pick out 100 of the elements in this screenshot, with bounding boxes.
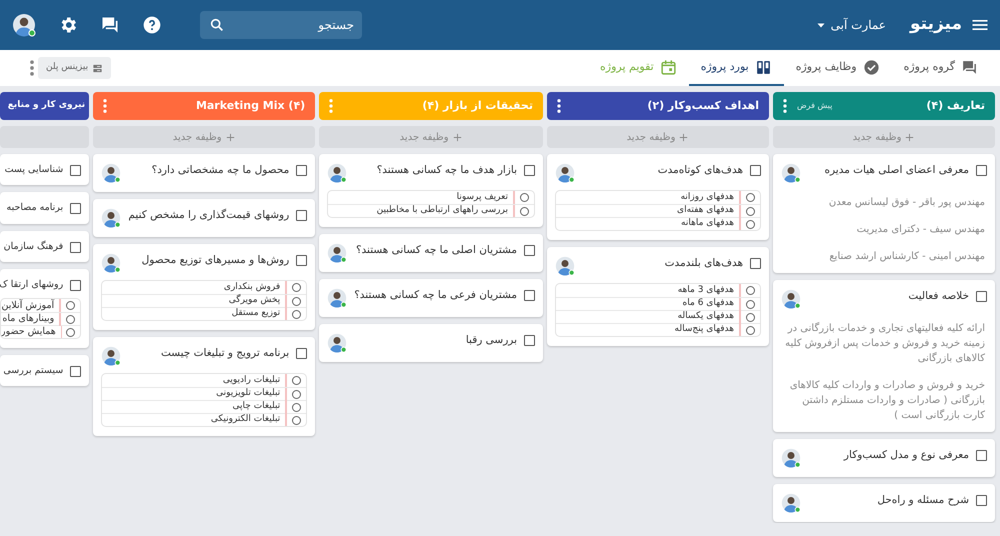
checkbox[interactable] bbox=[524, 165, 535, 176]
checkbox[interactable] bbox=[976, 495, 987, 506]
task-card[interactable]: هدف‌های بلندمدت هدفهای 3 ماهه هدفهای 6 ماه هدفهای یکساله هدفهای پنج‌ساله bbox=[547, 247, 769, 346]
task-title: بررسی رقبا bbox=[464, 333, 517, 348]
column-title: نیروی کار و منابع bbox=[6, 99, 86, 112]
radio-button[interactable] bbox=[66, 328, 76, 337]
task-card[interactable]: مشتریان فرعی ما چه کسانی هستند؟ bbox=[319, 279, 543, 317]
task-title: هدف‌های بلندمدت bbox=[664, 256, 743, 271]
checkbox[interactable] bbox=[524, 290, 535, 301]
checkbox[interactable] bbox=[296, 255, 308, 266]
task-title: شرح مسئله و راه‌حل bbox=[876, 493, 969, 508]
avatar-icon bbox=[327, 243, 348, 263]
radio-button[interactable] bbox=[292, 310, 302, 318]
task-card[interactable]: معرفی اعضای اصلی هیات مدیره مهندس پور باقر - فوق لیسانس معدن مهندس سیف - دکترای مدیریت مهندس امینی - کارشناس ارشد صنایع bbox=[773, 154, 995, 273]
checkbox[interactable] bbox=[976, 291, 987, 302]
avatar-icon bbox=[101, 346, 122, 366]
checkbox[interactable] bbox=[70, 203, 82, 214]
task-note: مهندس پور باقر - فوق لیسانس معدن bbox=[828, 196, 985, 210]
task-title: مشتریان اصلی ما چه کسانی هستند؟ bbox=[354, 243, 517, 258]
radio-button[interactable] bbox=[292, 283, 302, 292]
task-card[interactable]: سیستم بررسی bbox=[0, 355, 90, 386]
checklist-item: وبینارهای ماه bbox=[2, 312, 56, 326]
tab[interactable]: وظایف پروژه bbox=[784, 50, 892, 86]
task-card[interactable]: هدف‌های کوتاه‌مدت هدفهای روزانه هدفهای هفته‌ای هدفهای ماهانه bbox=[547, 154, 769, 240]
task-title: هدف‌های کوتاه‌مدت bbox=[656, 163, 743, 178]
radio-button[interactable] bbox=[66, 314, 76, 324]
task-card[interactable]: روش‌ها و مسیرهای توزیع محصول فروش بنکداری پخش مویرگی توزیع مستقل bbox=[93, 244, 316, 330]
radio-button[interactable] bbox=[746, 312, 755, 322]
chat-button[interactable] bbox=[100, 15, 120, 35]
task-title: خلاصه فعالیت bbox=[907, 289, 969, 304]
checkbox[interactable] bbox=[296, 165, 308, 176]
task-card[interactable]: شناسایی پست bbox=[0, 154, 90, 186]
checkbox[interactable] bbox=[70, 242, 82, 253]
checklist-item: پخش مویرگی bbox=[228, 294, 282, 308]
radio-button[interactable] bbox=[292, 390, 302, 398]
task-card[interactable]: محصول ما چه مشخصاتی دارد؟ bbox=[93, 154, 316, 192]
radio-button[interactable] bbox=[746, 286, 755, 295]
checkbox[interactable] bbox=[70, 165, 82, 176]
checkbox[interactable] bbox=[524, 245, 535, 256]
task-card[interactable]: برنامه مصاحبه bbox=[0, 192, 90, 224]
task-card[interactable]: معرفی نوع و مدل کسب‌وکار bbox=[773, 439, 995, 477]
task-card[interactable]: برنامه ترویج و تبلیغات چیست تبلیغات رادیویی تبلیغات تلویزیونی تبلیغات چاپی تبلیغات الکترونیکی bbox=[93, 337, 316, 436]
avatar-icon bbox=[101, 253, 122, 273]
avatar-icon bbox=[327, 163, 348, 183]
default-label: پیش فرض bbox=[797, 100, 832, 112]
task-card[interactable]: بررسی رقبا bbox=[319, 324, 543, 362]
task-title: مشتریان فرعی ما چه کسانی هستند؟ bbox=[354, 288, 517, 303]
search-icon bbox=[209, 17, 225, 33]
task-card[interactable]: فرهنگ سازمان bbox=[0, 230, 90, 262]
radio-button[interactable] bbox=[292, 296, 302, 306]
checkbox[interactable] bbox=[750, 258, 761, 269]
checkbox[interactable] bbox=[750, 165, 761, 176]
radio-button[interactable] bbox=[520, 206, 529, 216]
checkbox[interactable] bbox=[296, 348, 308, 359]
checklist-item: هدفهای هفته‌ای bbox=[677, 204, 735, 218]
more-icon bbox=[329, 99, 334, 113]
radio-button[interactable] bbox=[746, 220, 755, 228]
tab[interactable]: بورد پروژه bbox=[688, 50, 784, 86]
help-button[interactable] bbox=[142, 15, 162, 35]
checklist-item: هدفهای روزانه bbox=[680, 191, 735, 204]
task-title: شناسایی پست bbox=[4, 163, 64, 176]
task-card[interactable]: شرح مسئله و راه‌حل bbox=[773, 484, 995, 522]
plus-icon bbox=[452, 132, 463, 142]
radio-button[interactable] bbox=[746, 206, 755, 216]
checklist-item: فروش بنکداری bbox=[224, 281, 282, 294]
more-icon bbox=[557, 99, 561, 113]
workspace-dropdown[interactable]: عمارت آبی bbox=[814, 16, 886, 34]
column-title: اهداف کسب‌وکار (۲) bbox=[646, 98, 759, 114]
checkbox[interactable] bbox=[296, 210, 308, 221]
task-title: روشهای ارتقا ک bbox=[0, 278, 64, 292]
avatar-icon bbox=[555, 163, 575, 183]
task-card[interactable]: بازار هدف ما چه کسانی هستند؟ تعریف پرسونا بررسی راههای ارتباطی با مخاطبین bbox=[319, 154, 543, 227]
radio-button[interactable] bbox=[292, 416, 302, 424]
tab[interactable]: گروه پروژه bbox=[892, 50, 990, 86]
checkbox[interactable] bbox=[70, 280, 82, 291]
radio-button[interactable] bbox=[292, 402, 302, 412]
plan-button[interactable]: بیزینس پلن bbox=[38, 57, 112, 79]
avatar-icon bbox=[101, 208, 122, 228]
task-card[interactable] bbox=[773, 280, 995, 432]
checkbox[interactable] bbox=[976, 450, 987, 461]
task-card[interactable]: مشتریان اصلی ما چه کسانی هستند؟ bbox=[319, 234, 543, 272]
search-field[interactable]: جستجو bbox=[200, 11, 362, 39]
avatar-icon bbox=[781, 493, 801, 513]
task-card[interactable]: روشهای قیمت‌گذاری را مشخص کنیم bbox=[93, 199, 316, 237]
task-note: ارائه کلیه فعالیتهای تجاری و خدمات بازرگانی در زمینه خرید و فروش و خدمات پس ازفروش کلیه کالاهای بازرگانی bbox=[784, 321, 985, 366]
radio-button[interactable] bbox=[746, 193, 755, 202]
checklist-item: تبلیغات الکترونیکی bbox=[210, 413, 282, 426]
radio-button[interactable] bbox=[520, 193, 529, 202]
radio-button[interactable] bbox=[746, 300, 755, 308]
task-title: روش‌ها و مسیرهای توزیع محصول bbox=[140, 253, 290, 268]
checklist-item: توزیع مستقل bbox=[232, 307, 282, 320]
radio-button[interactable] bbox=[746, 326, 755, 334]
task-note: خرید و فروش و صادرات و واردات کلیه کالاهای بازرگانی ( صادرات و واردات مستلزم داشتن کارت بازرگانی است ) bbox=[788, 379, 985, 423]
chat-icon bbox=[100, 15, 120, 35]
checkbox[interactable] bbox=[976, 165, 987, 176]
board-icon bbox=[754, 58, 772, 76]
radio-button[interactable] bbox=[292, 376, 302, 385]
checkbox[interactable] bbox=[70, 366, 82, 378]
radio-button[interactable] bbox=[66, 301, 76, 310]
checkbox[interactable] bbox=[524, 335, 535, 346]
